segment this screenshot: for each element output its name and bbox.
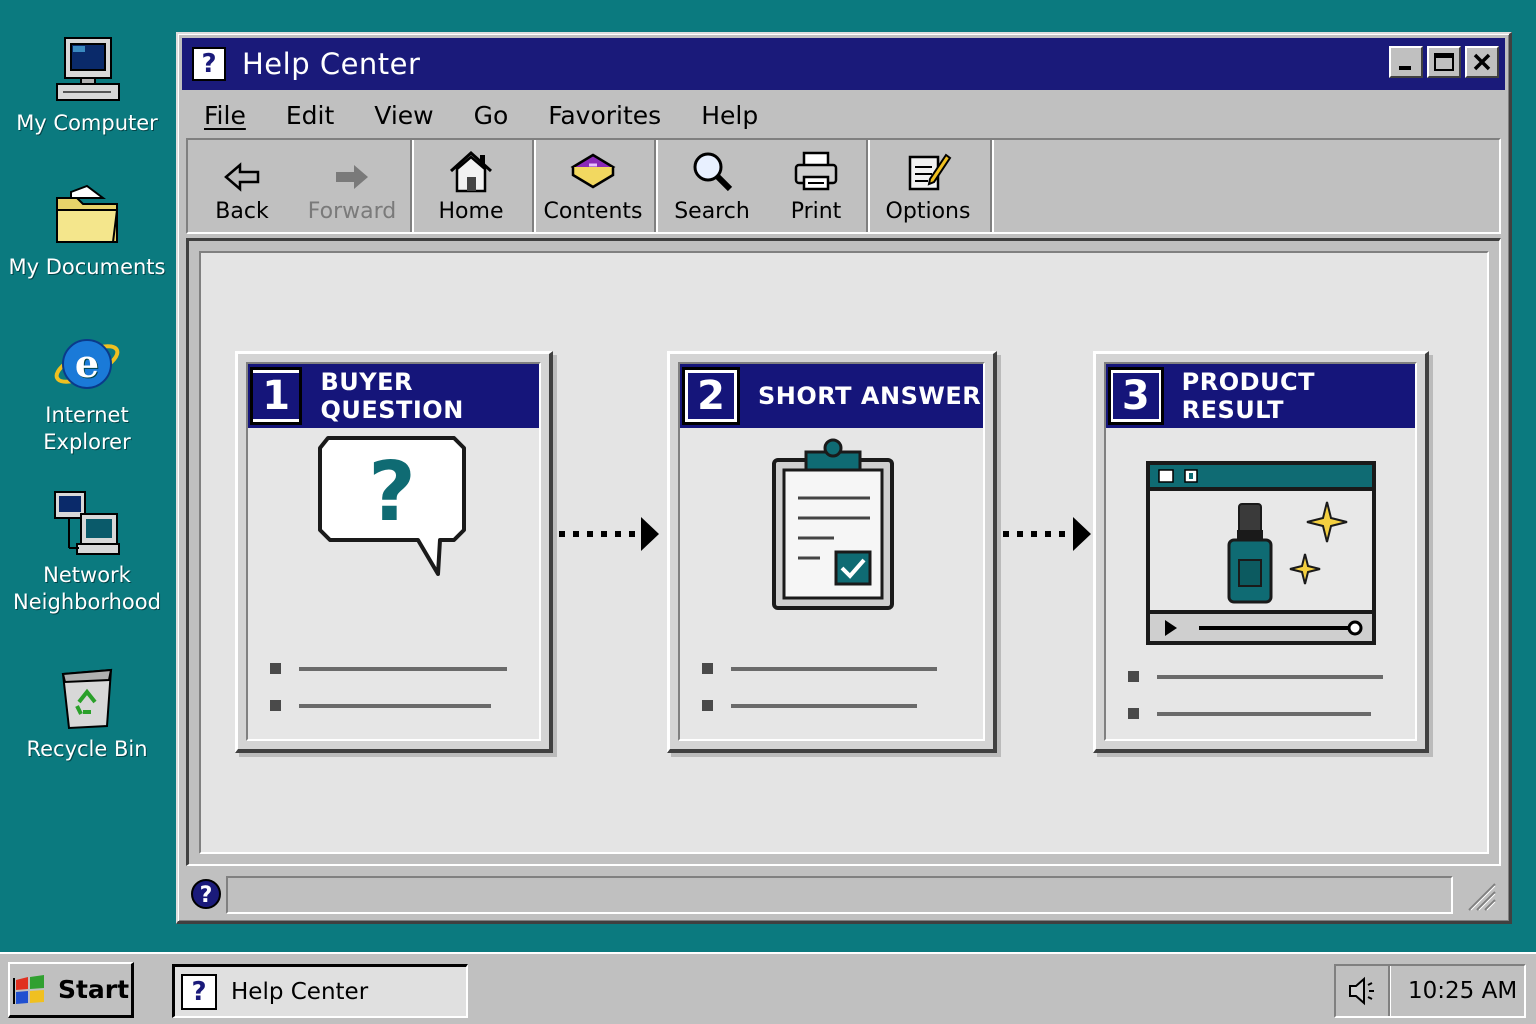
computer-icon	[56, 37, 120, 101]
desktop-icon-my-computer[interactable]: My Computer	[2, 36, 172, 137]
menu-go[interactable]: Go	[474, 101, 509, 130]
svg-text:?: ?	[200, 883, 213, 908]
back-button[interactable]: Back	[188, 140, 296, 232]
close-button[interactable]	[1465, 46, 1499, 78]
window-title: Help Center	[242, 47, 421, 81]
close-icon	[1473, 53, 1491, 71]
menu-help[interactable]: Help	[701, 101, 758, 130]
menu-favorites[interactable]: Favorites	[548, 101, 661, 130]
help-circle-icon[interactable]: ?	[190, 878, 222, 910]
help-center-window[interactable]: ? Help Center File Edit View Go Favorite…	[176, 32, 1512, 924]
content-area: 1 BUYER QUESTION ? 2 SHORT ANSWER 3 PROD…	[199, 251, 1489, 854]
card-header: 3 PRODUCT RESULT	[1106, 364, 1415, 428]
toolbar: Back Forward Home Contents Search Print …	[186, 138, 1501, 234]
card-title: PRODUCT RESULT	[1181, 368, 1315, 424]
card-title: SHORT ANSWER	[758, 382, 982, 410]
card-header: 1 BUYER QUESTION	[248, 364, 539, 428]
print-button[interactable]: Print	[768, 140, 864, 232]
clipboard-check-icon	[771, 438, 894, 610]
windows-logo-icon	[12, 974, 44, 1004]
back-arrow-icon	[224, 162, 260, 192]
folder-icon	[56, 184, 119, 243]
svg-text:e: e	[75, 341, 99, 386]
contents-button[interactable]: Contents	[534, 140, 652, 232]
recycle-bin-icon	[61, 668, 113, 730]
desktop-icon-label: My Computer	[16, 111, 158, 135]
system-tray: 10:25 AM	[1334, 964, 1526, 1018]
printer-icon	[794, 151, 838, 191]
desktop-icon-network-neighborhood[interactable]: Network Neighborhood	[2, 488, 172, 616]
card-header: 2 SHORT ANSWER	[680, 364, 983, 428]
forward-arrow-icon	[336, 165, 368, 189]
resize-grip-icon[interactable]	[1463, 878, 1497, 912]
taskbar: Start ? Help Center 10:25 AM	[0, 952, 1536, 1024]
network-icon	[54, 491, 120, 555]
menu-file[interactable]: File	[204, 101, 246, 130]
search-button[interactable]: Search	[656, 140, 768, 232]
step-card-product-result: 3 PRODUCT RESULT	[1093, 351, 1429, 753]
start-button[interactable]: Start	[8, 962, 134, 1018]
desktop-icon-label: Recycle Bin	[26, 737, 148, 761]
minimize-button[interactable]	[1389, 46, 1423, 78]
svg-text:?: ?	[368, 445, 416, 540]
step-card-buyer-question: 1 BUYER QUESTION ?	[235, 351, 553, 753]
step-number: 1	[253, 373, 300, 419]
desktop-icon-recycle-bin[interactable]: Recycle Bin	[2, 662, 172, 763]
desktop-icon-label: My Documents	[8, 255, 166, 279]
home-button[interactable]: Home	[412, 140, 530, 232]
taskbar-item-label: Help Center	[231, 978, 369, 1005]
clock: 10:25 AM	[1408, 978, 1518, 1004]
desktop-icon-label: Network Neighborhood	[13, 563, 161, 614]
content-pane: 1 BUYER QUESTION ? 2 SHORT ANSWER 3 PROD…	[186, 238, 1501, 866]
desktop-icon-label: Internet Explorer	[43, 403, 131, 454]
desktop-icon-internet-explorer[interactable]: e Internet Explorer	[2, 328, 172, 456]
menu-view[interactable]: View	[374, 101, 433, 130]
status-text-field	[226, 876, 1453, 914]
search-icon	[693, 152, 733, 192]
minimize-icon	[1399, 66, 1411, 70]
maximize-icon	[1434, 53, 1454, 71]
book-icon	[570, 153, 616, 189]
step-number: 3	[1112, 373, 1159, 419]
menu-edit[interactable]: Edit	[286, 101, 334, 130]
step-number: 2	[688, 373, 734, 419]
forward-button[interactable]: Forward	[296, 140, 408, 232]
dotted-arrow-icon	[559, 517, 659, 551]
taskbar-item-help-center[interactable]: ? Help Center	[172, 964, 468, 1018]
options-icon	[908, 153, 952, 191]
title-bar[interactable]: ? Help Center	[182, 38, 1505, 90]
maximize-button[interactable]	[1427, 46, 1461, 78]
help-icon: ?	[181, 973, 217, 1010]
start-label: Start	[57, 975, 130, 1004]
card-title: BUYER QUESTION	[320, 368, 464, 424]
step-card-short-answer: 2 SHORT ANSWER	[667, 351, 997, 753]
menu-bar: File Edit View Go Favorites Help	[182, 94, 1505, 136]
desktop-icon-my-documents[interactable]: My Documents	[2, 184, 172, 281]
home-icon	[449, 150, 493, 193]
video-player-icon	[1145, 461, 1376, 645]
status-bar: ?	[186, 872, 1501, 916]
question-bubble-icon: ?	[317, 436, 466, 576]
help-icon: ?	[192, 47, 226, 81]
speaker-icon[interactable]	[1346, 975, 1380, 1007]
options-button[interactable]: Options	[868, 140, 988, 232]
internet-explorer-icon: e	[54, 339, 120, 389]
